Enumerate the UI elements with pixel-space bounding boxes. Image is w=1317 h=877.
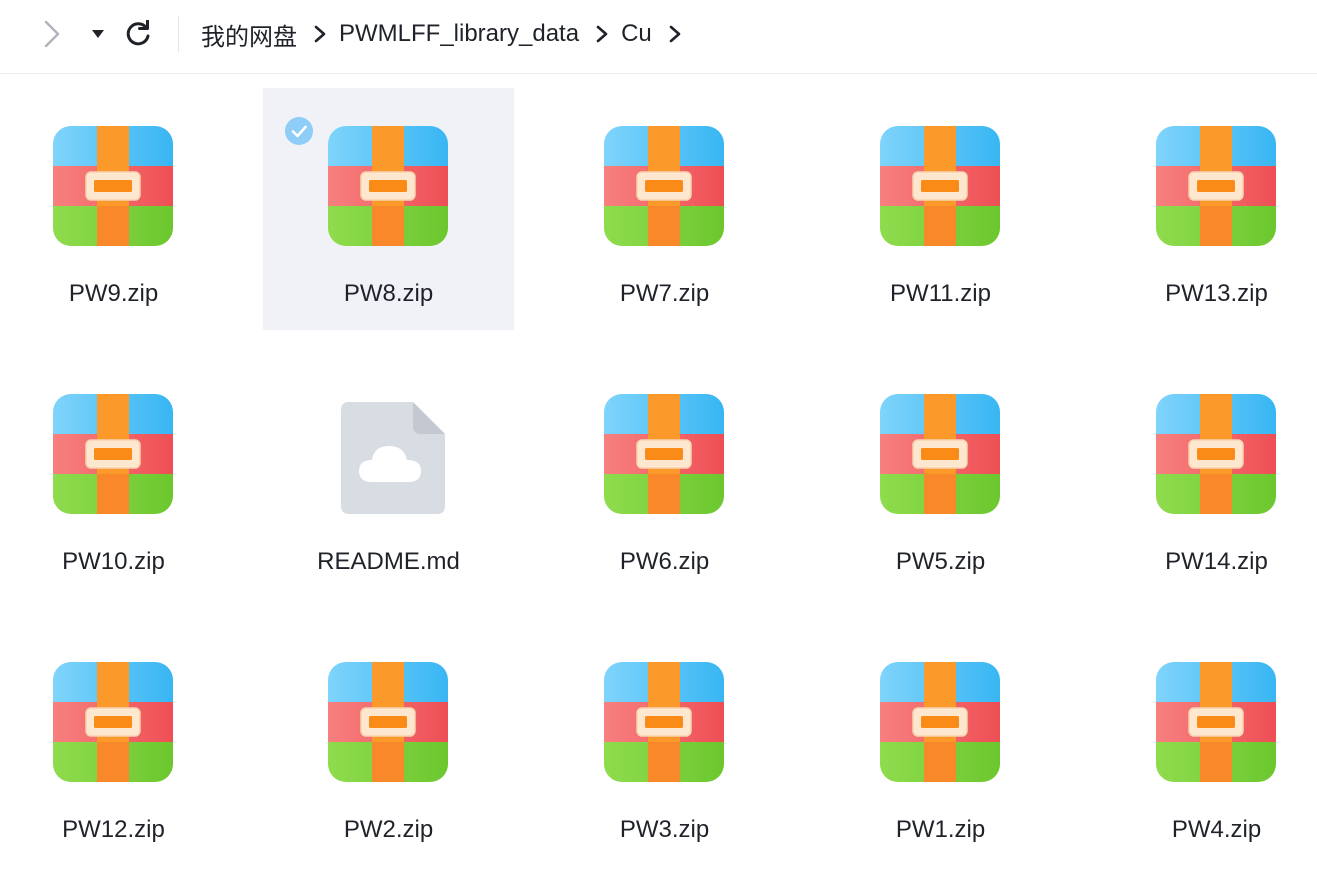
file-name-label: PW4.zip [1171,816,1262,843]
toolbar-divider [178,16,179,52]
file-item-zip[interactable]: PW6.zip [539,356,790,598]
file-name-label: PW11.zip [890,280,991,307]
zip-archive-icon [1156,662,1276,782]
file-item-zip[interactable]: PW7.zip [539,88,790,330]
refresh-button[interactable] [122,18,154,50]
file-item-zip[interactable]: PW13.zip [1091,88,1317,330]
zip-archive-icon [53,662,173,782]
file-grid: PW9.zip PW8.zip PW7.zip PW11.zip PW13.zi… [0,74,1317,877]
breadcrumb-item-library[interactable]: PWMLFF_library_data [339,20,579,48]
breadcrumb-item-current[interactable]: Cu [621,20,652,48]
file-name-label: PW13.zip [1165,280,1268,307]
file-name-label: PW14.zip [1165,548,1268,575]
zip-archive-icon [880,394,1000,514]
file-item-zip[interactable]: PW8.zip [263,88,514,330]
zip-archive-icon [880,662,1000,782]
file-item-zip[interactable]: PW3.zip [539,624,790,866]
file-item-zip[interactable]: PW11.zip [815,88,1066,330]
file-name-label: PW1.zip [895,816,986,843]
zip-archive-icon [328,662,448,782]
file-name-label: PW8.zip [343,280,434,307]
zip-archive-icon [1156,394,1276,514]
history-dropdown-button[interactable] [82,18,114,50]
refresh-icon [126,20,150,46]
zip-archive-icon [604,126,724,246]
file-name-label: PW2.zip [343,816,434,843]
file-name-label: PW12.zip [62,816,165,843]
file-item-zip[interactable]: PW1.zip [815,624,1066,866]
chevron-right-icon [313,18,327,50]
file-name-label: PW5.zip [895,548,986,575]
file-name-label: PW9.zip [68,280,159,307]
file-item-md[interactable]: README.md [263,356,514,598]
zip-archive-icon [328,126,448,246]
file-item-zip[interactable]: PW12.zip [0,624,239,866]
zip-archive-icon [604,394,724,514]
toolbar: 我的网盘 PWMLFF_library_data Cu [0,0,1317,74]
breadcrumb: 我的网盘 PWMLFF_library_data Cu [201,17,682,52]
zip-archive-icon [1156,126,1276,246]
file-item-zip[interactable]: PW9.zip [0,88,239,330]
selected-check-icon[interactable] [285,117,313,145]
zip-archive-icon [604,662,724,782]
caret-down-icon [92,30,104,38]
zip-archive-icon [880,126,1000,246]
file-name-label: PW7.zip [619,280,710,307]
zip-archive-icon [53,394,173,514]
file-item-zip[interactable]: PW14.zip [1091,356,1317,598]
file-name-label: PW6.zip [619,548,710,575]
file-name-label: PW10.zip [62,548,165,575]
file-name-label: README.md [317,548,460,575]
chevron-right-icon [44,20,60,48]
file-item-zip[interactable]: PW4.zip [1091,624,1317,866]
chevron-right-icon [595,18,609,50]
chevron-right-icon[interactable] [668,18,682,50]
breadcrumb-item-root[interactable]: 我的网盘 [201,17,297,52]
markdown-file-icon [328,394,448,514]
file-name-label: PW3.zip [619,816,710,843]
file-item-zip[interactable]: PW10.zip [0,356,239,598]
file-item-zip[interactable]: PW5.zip [815,356,1066,598]
zip-archive-icon [53,126,173,246]
forward-button[interactable] [36,18,68,50]
file-item-zip[interactable]: PW2.zip [263,624,514,866]
